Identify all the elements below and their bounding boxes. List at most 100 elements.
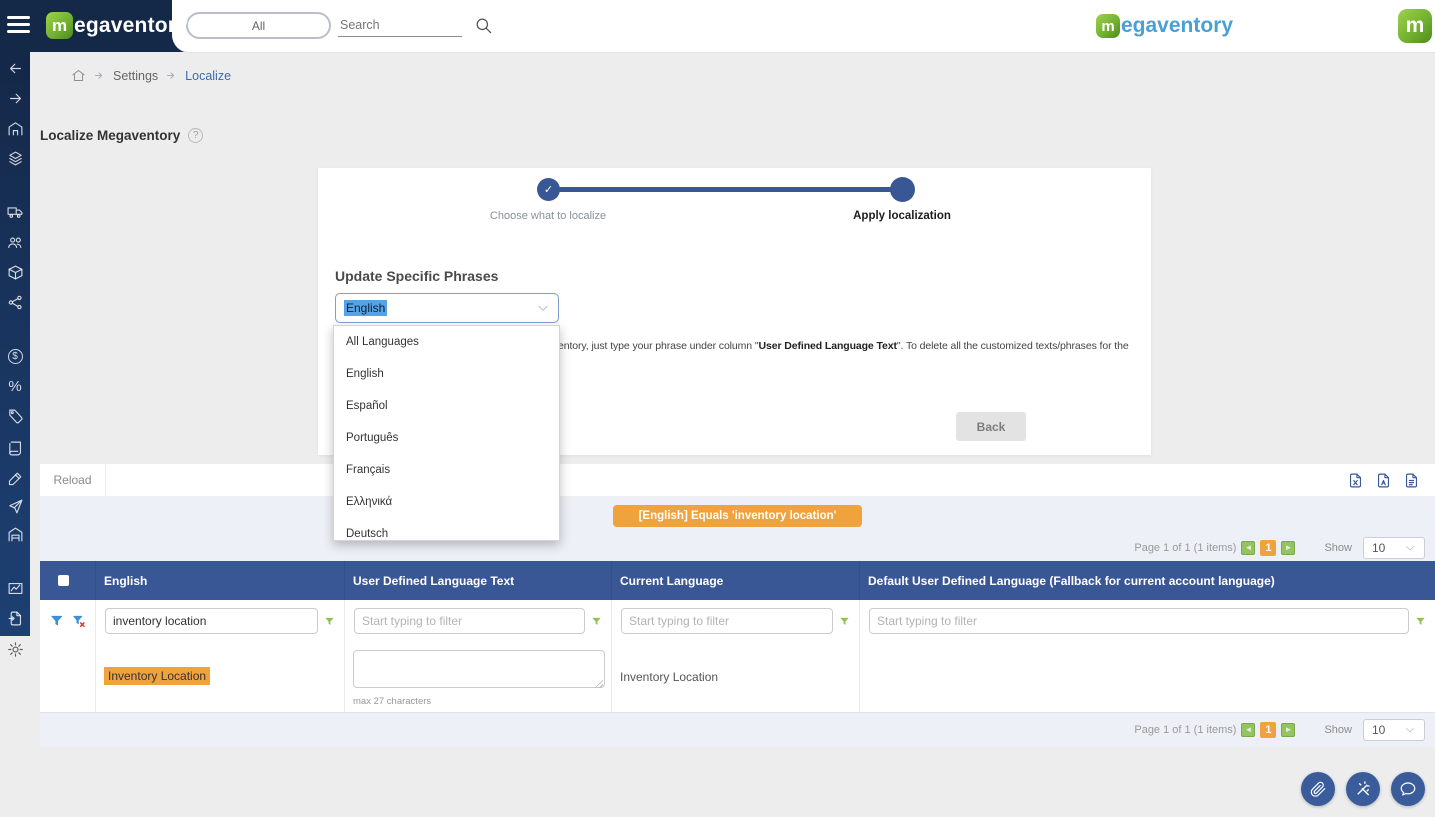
prev-page-icon[interactable]: ◄ (1241, 541, 1255, 555)
column-filter-icon[interactable] (591, 615, 602, 628)
warehouse-icon (7, 526, 24, 543)
back-button[interactable]: Back (956, 412, 1026, 441)
show-label: Show (1324, 724, 1352, 736)
filter-input-user-defined[interactable] (354, 608, 585, 634)
language-option[interactable]: Español (334, 390, 559, 422)
active-filter-chip[interactable]: [English] Equals 'inventory location' (613, 505, 863, 527)
reload-button[interactable]: Reload (40, 464, 106, 497)
sidebar-item-integrations[interactable] (0, 290, 30, 314)
sidebar-item-contacts[interactable] (0, 230, 30, 254)
logo-text: egaventory (74, 14, 188, 38)
percent-icon: % (8, 378, 21, 395)
import-document-icon (7, 610, 24, 627)
chat-icon (1399, 780, 1417, 798)
gear-icon (7, 641, 24, 658)
sidebar-item-data-import[interactable] (0, 606, 30, 630)
search-input[interactable] (338, 14, 462, 37)
language-dropdown-list[interactable]: All LanguagesEnglishEspañolPortuguêsFran… (333, 325, 560, 541)
user-defined-text-input[interactable] (353, 650, 605, 688)
language-option[interactable]: Français (334, 454, 559, 486)
brush-icon (7, 470, 24, 487)
grid-panel: Reload [English] Equals 'inventory locat… (40, 464, 1435, 747)
active-filter-bar: [English] Equals 'inventory location' (40, 497, 1435, 535)
language-option[interactable]: English (334, 358, 559, 390)
filter-apply-icon[interactable] (49, 612, 65, 630)
hamburger-menu-icon[interactable] (7, 16, 30, 35)
filter-clear-icon[interactable] (71, 612, 87, 630)
dropdown-chevron-icon (1404, 542, 1416, 554)
truck-icon (7, 204, 24, 221)
default-user-defined-value (860, 642, 1435, 712)
page-summary: Page 1 of 1 (1 items) (1134, 542, 1236, 554)
sidebar-item-settings[interactable] (0, 636, 30, 662)
network-icon (7, 294, 24, 311)
back-arrow-icon (7, 60, 24, 77)
dropdown-chevron-icon (1404, 724, 1416, 736)
next-page-icon[interactable]: ► (1281, 723, 1295, 737)
breadcrumb-localize[interactable]: Localize (185, 69, 231, 83)
col-header-user-defined[interactable]: User Defined Language Text (345, 561, 612, 600)
sidebar-item-documents[interactable] (0, 436, 30, 460)
chat-button[interactable] (1391, 772, 1425, 806)
sidebar-item-layers[interactable] (0, 146, 30, 170)
sidebar-item-discounts[interactable]: % (0, 374, 30, 398)
col-header-current-language[interactable]: Current Language (612, 561, 860, 600)
pagination-bottom: Page 1 of 1 (1 items) ◄ 1 ► Show 10 (40, 713, 1435, 747)
breadcrumb-settings[interactable]: Settings (113, 69, 158, 83)
filter-input-default-user-defined[interactable] (869, 608, 1409, 634)
attachments-button[interactable] (1301, 772, 1335, 806)
pdf-export-icon[interactable] (1375, 472, 1392, 489)
app-logo[interactable]: m egaventory (46, 12, 188, 39)
sidebar-item-warehouses[interactable] (0, 522, 30, 546)
grid-toolbar: Reload (40, 464, 1435, 497)
doc-export-icon[interactable] (1403, 472, 1420, 489)
current-page[interactable]: 1 (1260, 540, 1276, 556)
sidebar-item-customize[interactable] (0, 466, 30, 490)
paper-plane-icon (7, 498, 24, 515)
page-size-select[interactable]: 10 (1363, 719, 1425, 741)
sidebar-item-reports[interactable] (0, 576, 30, 600)
select-all-checkbox[interactable] (58, 575, 69, 586)
filter-input-current-language[interactable] (621, 608, 833, 634)
prev-page-icon[interactable]: ◄ (1241, 723, 1255, 737)
current-language-value: Inventory Location (612, 642, 860, 712)
show-label: Show (1324, 542, 1352, 554)
buildings-icon (7, 120, 24, 137)
paperclip-icon (1309, 780, 1327, 798)
language-select[interactable]: English (335, 293, 559, 323)
sidebar-item-currency[interactable]: $ (0, 344, 30, 368)
language-option[interactable]: Deutsch (334, 518, 559, 541)
page-size-select[interactable]: 10 (1363, 537, 1425, 559)
filter-row (40, 600, 1435, 642)
col-header-english[interactable]: English (96, 561, 345, 600)
sidebar-item-back[interactable] (0, 56, 30, 80)
sidebar-item-forward[interactable] (0, 86, 30, 110)
next-page-icon[interactable]: ► (1281, 541, 1295, 555)
sidebar-item-products[interactable] (0, 260, 30, 284)
excel-export-icon[interactable] (1347, 472, 1364, 489)
sidebar-item-buildings[interactable] (0, 116, 30, 140)
column-filter-icon[interactable] (839, 615, 850, 628)
panel-heading: Update Specific Phrases (335, 268, 498, 284)
account-avatar[interactable]: m (1398, 9, 1432, 43)
page-summary: Page 1 of 1 (1 items) (1134, 724, 1236, 736)
current-page[interactable]: 1 (1260, 722, 1276, 738)
language-option[interactable]: Português (334, 422, 559, 454)
sidebar-item-tags[interactable] (0, 404, 30, 428)
search-scope-select[interactable]: All (186, 12, 331, 39)
help-icon[interactable]: ? (188, 128, 203, 143)
dropdown-chevron-icon (536, 301, 550, 315)
filter-input-english[interactable] (105, 608, 318, 634)
sidebar-item-campaigns[interactable] (0, 494, 30, 518)
home-icon[interactable] (71, 68, 86, 83)
language-option[interactable]: All Languages (334, 326, 559, 358)
magic-wand-button[interactable] (1346, 772, 1380, 806)
language-option[interactable]: Ελληνικά (334, 486, 559, 518)
col-header-default-user-defined[interactable]: Default User Defined Language (Fallback … (860, 561, 1435, 600)
column-filter-icon[interactable] (324, 615, 335, 628)
table-header-row: English User Defined Language Text Curre… (40, 561, 1435, 600)
sidebar-item-truck[interactable] (0, 200, 30, 224)
column-filter-icon[interactable] (1415, 615, 1426, 628)
search-icon[interactable] (474, 16, 493, 40)
receipt-icon (7, 440, 24, 457)
